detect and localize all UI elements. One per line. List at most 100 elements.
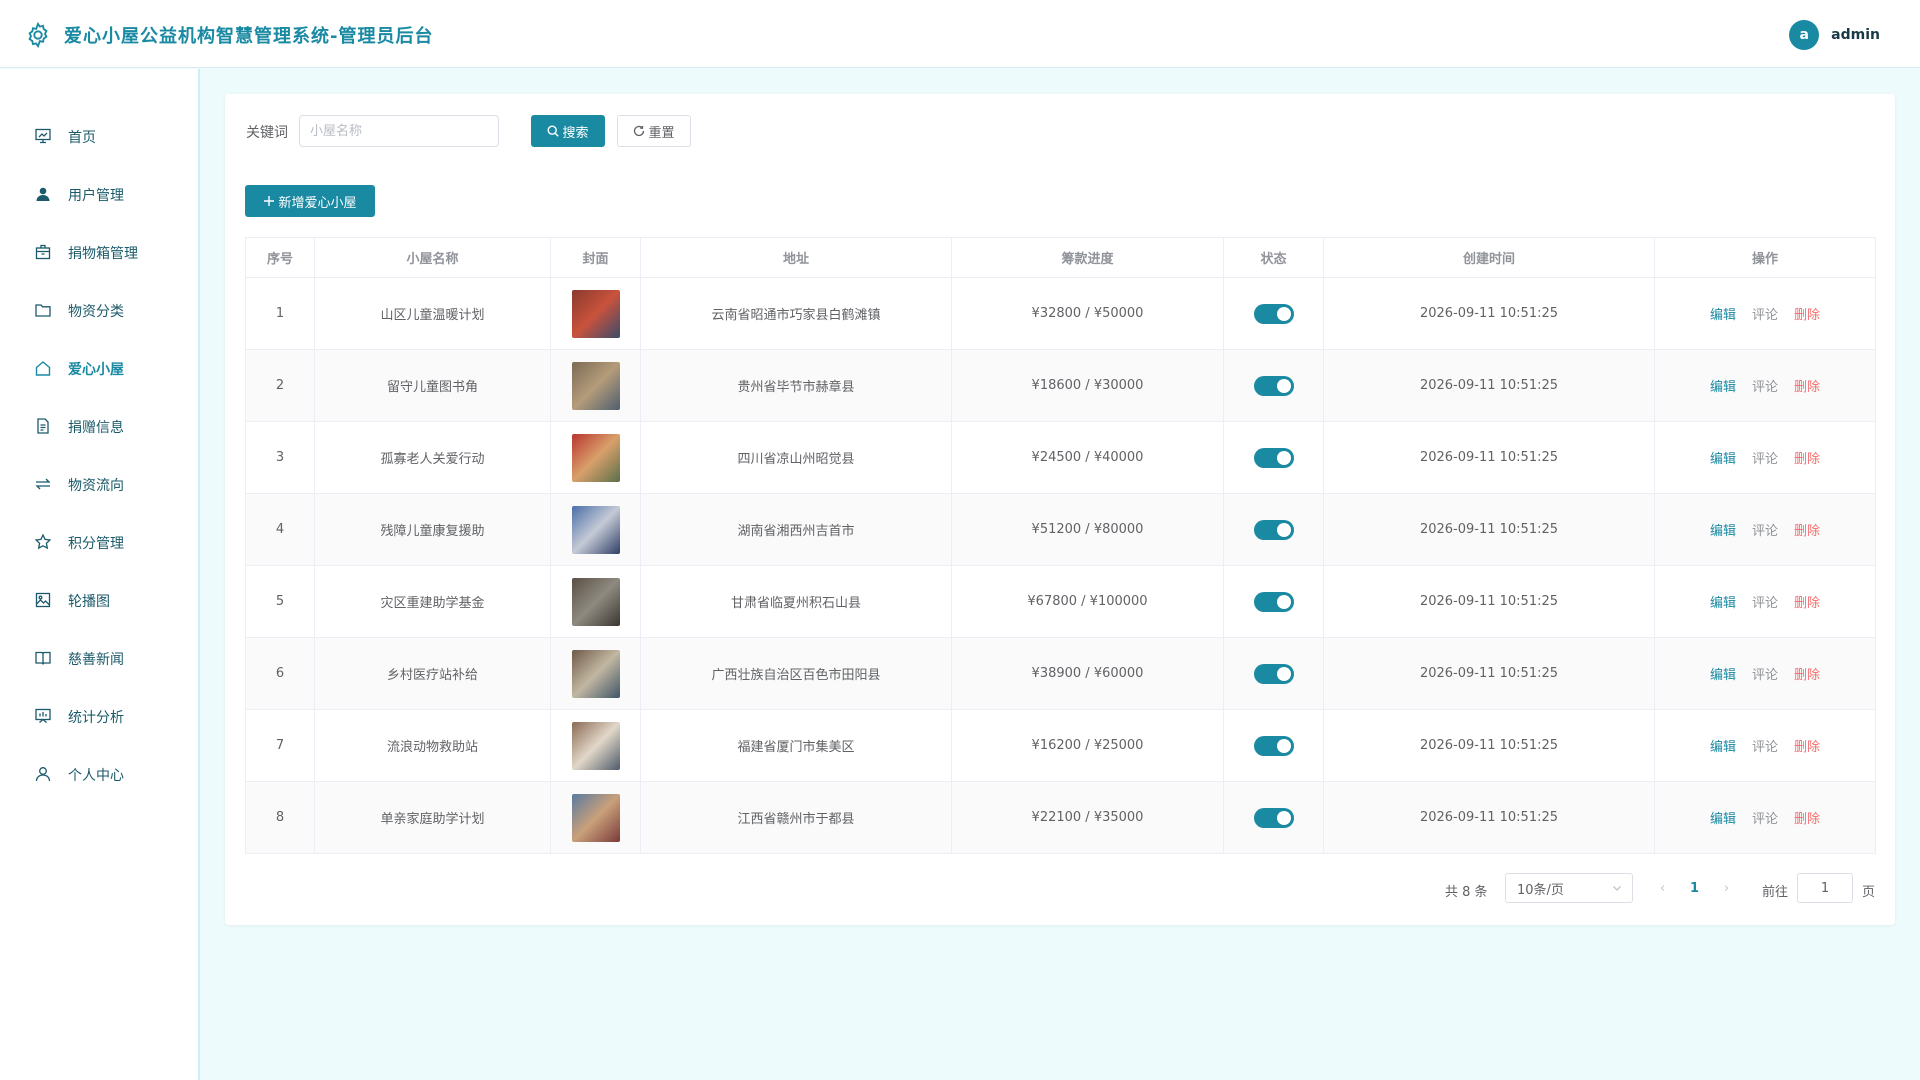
status-toggle[interactable] — [1253, 735, 1294, 756]
status-toggle[interactable] — [1253, 807, 1294, 828]
comment-button[interactable]: 评论 — [1752, 380, 1778, 395]
comment-button[interactable]: 评论 — [1752, 740, 1778, 755]
cell-name: 留守儿童图书角 — [314, 349, 551, 422]
search-input[interactable] — [299, 115, 499, 147]
next-page-button[interactable]: › — [1724, 881, 1729, 896]
sidebar-item-carousel[interactable]: 轮播图 — [0, 580, 198, 620]
sidebar-item-points[interactable]: 积分管理 — [0, 522, 198, 562]
search-button[interactable]: 搜索 — [531, 115, 605, 147]
cell-progress: ¥16200 / ¥25000 — [951, 709, 1224, 782]
page-number-1[interactable]: 1 — [1690, 881, 1699, 896]
comment-button[interactable]: 评论 — [1752, 668, 1778, 683]
status-toggle[interactable] — [1253, 303, 1294, 324]
cell-actions: 编辑 评论 删除 — [1654, 349, 1876, 422]
column-header: 状态 — [1223, 237, 1324, 278]
cell-created: 2026-09-11 10:51:25 — [1323, 781, 1655, 854]
cell-actions: 编辑 评论 删除 — [1654, 493, 1876, 566]
cover-thumbnail[interactable] — [571, 433, 620, 482]
comment-button[interactable]: 评论 — [1752, 812, 1778, 827]
cell-cover — [550, 277, 641, 350]
presentation-chart-icon — [35, 128, 51, 144]
chevron-down-icon — [1613, 886, 1621, 891]
table-header-row: 序号 小屋名称 封面 地址 筹款进度 状态 创建时间 操作 — [245, 237, 1876, 278]
sidebar-item-category[interactable]: 物资分类 — [0, 290, 198, 330]
cell-progress: ¥38900 / ¥60000 — [951, 637, 1224, 710]
sidebar-item-label: 物资分类 — [68, 304, 124, 320]
edit-button[interactable]: 编辑 — [1710, 452, 1736, 467]
cell-name: 残障儿童康复援助 — [314, 493, 551, 566]
edit-button[interactable]: 编辑 — [1710, 596, 1736, 611]
sidebar-item-donation-info[interactable]: 捐赠信息 — [0, 406, 198, 446]
delete-button[interactable]: 删除 — [1794, 596, 1820, 611]
app-title: 爱心小屋公益机构智慧管理系统-管理员后台 — [64, 26, 434, 47]
status-toggle[interactable] — [1253, 447, 1294, 468]
table-row: 6 乡村医疗站补给 广西壮族自治区百色市田阳县 ¥38900 / ¥60000 2026… — [245, 637, 1876, 710]
data-board-icon — [35, 708, 51, 723]
status-toggle[interactable] — [1253, 375, 1294, 396]
cell-name: 孤寡老人关爱行动 — [314, 421, 551, 494]
cover-thumbnail[interactable] — [571, 289, 620, 338]
cell-created: 2026-09-11 10:51:25 — [1323, 349, 1655, 422]
cover-thumbnail[interactable] — [571, 649, 620, 698]
edit-button[interactable]: 编辑 — [1710, 812, 1736, 827]
sidebar-item-home[interactable]: 首页 — [0, 116, 198, 156]
status-toggle[interactable] — [1253, 591, 1294, 612]
sidebar-item-profile[interactable]: 个人中心 — [0, 754, 198, 794]
username[interactable]: admin — [1831, 27, 1880, 43]
sidebar-item-label: 捐物箱管理 — [68, 246, 138, 262]
edit-button[interactable]: 编辑 — [1710, 308, 1736, 323]
comment-button[interactable]: 评论 — [1752, 308, 1778, 323]
comment-button[interactable]: 评论 — [1752, 524, 1778, 539]
sidebar-item-flow[interactable]: 物资流向 — [0, 464, 198, 504]
table-row: 1 山区儿童温暖计划 云南省昭通市巧家县白鹤滩镇 ¥32800 / ¥50000 202… — [245, 277, 1876, 350]
goto-page-input[interactable] — [1797, 873, 1853, 903]
page-size-select[interactable]: 10条/页 — [1505, 873, 1633, 903]
comment-button[interactable]: 评论 — [1752, 596, 1778, 611]
sidebar-item-donation-box[interactable]: 捐物箱管理 — [0, 232, 198, 272]
sidebar-item-news[interactable]: 慈善新闻 — [0, 638, 198, 678]
status-toggle[interactable] — [1253, 519, 1294, 540]
sidebar-item-statistics[interactable]: 统计分析 — [0, 696, 198, 736]
edit-button[interactable]: 编辑 — [1710, 380, 1736, 395]
cell-progress: ¥32800 / ¥50000 — [951, 277, 1224, 350]
sidebar-item-love-house[interactable]: 爱心小屋 — [0, 348, 198, 388]
book-icon — [35, 651, 51, 665]
delete-button[interactable]: 删除 — [1794, 740, 1820, 755]
reset-button-label: 重置 — [648, 125, 675, 141]
comment-button[interactable]: 评论 — [1752, 452, 1778, 467]
user-menu[interactable]: a admin — [1789, 20, 1880, 50]
add-love-house-button[interactable]: 新增爱心小屋 — [245, 185, 375, 217]
gear-icon — [28, 21, 48, 49]
prev-page-button[interactable]: ‹ — [1660, 881, 1665, 896]
cell-actions: 编辑 评论 删除 — [1654, 637, 1876, 710]
avatar[interactable]: a — [1789, 20, 1820, 50]
pagination-total: 共 8 条 — [1445, 885, 1488, 900]
table-body: 1 山区儿童温暖计划 云南省昭通市巧家县白鹤滩镇 ¥32800 / ¥50000 202… — [245, 277, 1876, 854]
sidebar-item-label: 慈善新闻 — [68, 652, 124, 668]
edit-button[interactable]: 编辑 — [1710, 740, 1736, 755]
cover-thumbnail[interactable] — [571, 505, 620, 554]
delete-button[interactable]: 删除 — [1794, 668, 1820, 683]
status-toggle[interactable] — [1253, 663, 1294, 684]
cover-thumbnail[interactable] — [571, 577, 620, 626]
house-icon — [35, 361, 51, 376]
add-button-label: 新增爱心小屋 — [278, 195, 357, 211]
edit-button[interactable]: 编辑 — [1710, 668, 1736, 683]
column-header: 序号 — [245, 237, 315, 278]
delete-button[interactable]: 删除 — [1794, 524, 1820, 539]
cell-created: 2026-09-11 10:51:25 — [1323, 421, 1655, 494]
edit-button[interactable]: 编辑 — [1710, 524, 1736, 539]
cell-index: 8 — [245, 781, 315, 854]
delete-button[interactable]: 删除 — [1794, 452, 1820, 467]
column-header: 小屋名称 — [314, 237, 551, 278]
sidebar-item-users[interactable]: 用户管理 — [0, 174, 198, 214]
delete-button[interactable]: 删除 — [1794, 380, 1820, 395]
reset-button[interactable]: 重置 — [617, 115, 691, 147]
cell-address: 广西壮族自治区百色市田阳县 — [640, 637, 952, 710]
cover-thumbnail[interactable] — [571, 721, 620, 770]
delete-button[interactable]: 删除 — [1794, 812, 1820, 827]
cover-thumbnail[interactable] — [571, 361, 620, 410]
user-icon — [36, 187, 50, 201]
delete-button[interactable]: 删除 — [1794, 308, 1820, 323]
cover-thumbnail[interactable] — [571, 793, 620, 842]
